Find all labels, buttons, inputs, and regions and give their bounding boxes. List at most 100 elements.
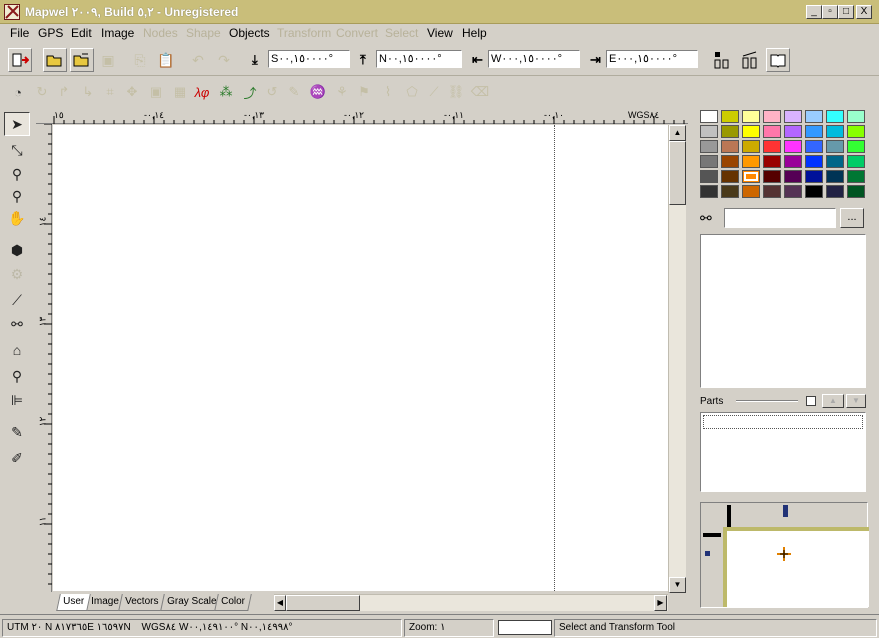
menu-select[interactable]: Select — [381, 25, 422, 41]
menu-objects[interactable]: Objects — [225, 25, 274, 41]
color-swatch[interactable] — [742, 125, 760, 138]
pencil-tool[interactable]: ✎ — [4, 420, 30, 444]
color-swatch[interactable] — [742, 185, 760, 198]
tool-d-button[interactable]: ⚘ — [332, 82, 352, 102]
tool-h-button[interactable]: ⟋ — [424, 82, 444, 102]
crop-button[interactable]: ⌗ — [100, 82, 120, 102]
tab-user[interactable]: User — [56, 594, 91, 611]
color-swatch[interactable] — [742, 170, 760, 183]
menu-transform[interactable]: Transform — [273, 25, 335, 41]
color-swatch[interactable] — [784, 125, 802, 138]
color-swatch[interactable] — [763, 185, 781, 198]
color-swatch[interactable] — [826, 155, 844, 168]
color-swatch[interactable] — [826, 110, 844, 123]
tool-g-button[interactable]: ⬠ — [402, 82, 422, 102]
menu-convert[interactable]: Convert — [332, 25, 382, 41]
color-swatch[interactable] — [805, 185, 823, 198]
color-swatch[interactable] — [826, 140, 844, 153]
objects-list[interactable] — [700, 234, 866, 388]
color-swatch[interactable] — [784, 170, 802, 183]
grid-button[interactable]: ▦ — [170, 82, 190, 102]
color-swatch[interactable] — [847, 110, 865, 123]
map-canvas[interactable] — [53, 125, 668, 591]
app-icon[interactable] — [4, 4, 20, 20]
color-swatch[interactable] — [721, 125, 739, 138]
menu-shape[interactable]: Shape — [182, 25, 225, 41]
south-coordinate-field[interactable]: S٠٠,١٥٠٠٠٠° — [268, 50, 350, 68]
area-tool[interactable]: ⬢ — [4, 238, 30, 262]
color-swatch[interactable] — [847, 185, 865, 198]
color-swatch[interactable] — [763, 140, 781, 153]
pan-tool[interactable]: ✋ — [4, 206, 30, 230]
undo-button[interactable]: ↶ — [186, 48, 210, 72]
open-button[interactable] — [43, 48, 67, 72]
color-swatch[interactable] — [742, 155, 760, 168]
tool-e-button[interactable]: ⚑ — [354, 82, 374, 102]
vertical-scroll-thumb[interactable] — [669, 141, 686, 205]
color-swatch[interactable] — [805, 110, 823, 123]
scroll-down-button[interactable]: ▼ — [669, 577, 686, 593]
horizontal-scroll-thumb[interactable] — [286, 595, 360, 611]
color-swatch[interactable] — [742, 110, 760, 123]
color-swatch[interactable] — [847, 155, 865, 168]
tool-j-button[interactable]: ⌫ — [470, 82, 490, 102]
move-button[interactable]: ✥ — [122, 82, 142, 102]
search-input[interactable] — [724, 208, 836, 228]
color-swatch[interactable] — [700, 185, 718, 198]
west-coordinate-field[interactable]: W٠٠٠,١٥٠٠٠٠° — [488, 50, 580, 68]
shape-tool[interactable]: ⚙ — [4, 262, 30, 286]
layout-button-2[interactable] — [738, 48, 762, 72]
align-tool[interactable]: ⊫ — [4, 388, 30, 412]
menu-file[interactable]: File — [6, 25, 33, 41]
parts-down-button[interactable]: ▼ — [846, 394, 866, 408]
save-button[interactable]: ▣ — [96, 48, 120, 72]
tool-f-button[interactable]: ⌇ — [378, 82, 398, 102]
tool-b-button[interactable]: ✎ — [284, 82, 304, 102]
menu-nodes[interactable]: Nodes — [139, 25, 182, 41]
east-coordinate-field[interactable]: E٠٠٠,١٥٠٠٠٠° — [606, 50, 698, 68]
color-swatch[interactable] — [847, 125, 865, 138]
color-swatch[interactable] — [847, 170, 865, 183]
color-swatch[interactable] — [784, 185, 802, 198]
open-recent-button[interactable] — [70, 48, 94, 72]
scroll-left-button[interactable]: ◀ — [274, 595, 286, 611]
minimize-button[interactable]: _ — [806, 5, 822, 19]
horizontal-scrollbar[interactable]: ◀ ▶ — [274, 594, 668, 611]
color-swatch[interactable] — [784, 140, 802, 153]
redo-button[interactable]: ↷ — [212, 48, 236, 72]
tool-i-button[interactable]: ⛓ — [446, 82, 466, 102]
mirror-button[interactable]: ↳ — [78, 82, 98, 102]
color-swatch[interactable] — [721, 185, 739, 198]
manual-button[interactable] — [766, 48, 790, 72]
building-tool[interactable]: ⌂ — [4, 338, 30, 362]
restore-button[interactable]: ▫ — [822, 5, 838, 19]
color-swatch[interactable] — [784, 155, 802, 168]
search-button[interactable]: ... — [840, 208, 864, 228]
zoom-tool[interactable]: ⚲ — [4, 162, 30, 186]
parts-list[interactable] — [700, 412, 866, 492]
menu-image[interactable]: Image — [97, 25, 138, 41]
color-swatch[interactable] — [700, 170, 718, 183]
color-swatch[interactable] — [826, 170, 844, 183]
parts-up-button[interactable]: ▲ — [822, 394, 844, 408]
color-swatch[interactable] — [805, 170, 823, 183]
zoom-area-tool[interactable]: ⚲ — [4, 184, 30, 208]
select-tool[interactable]: ➤ — [4, 112, 30, 136]
tool-a-button[interactable]: ↺ — [262, 82, 282, 102]
color-swatch[interactable] — [826, 125, 844, 138]
color-swatch[interactable] — [805, 155, 823, 168]
measure-button[interactable]: ◔ — [8, 82, 28, 102]
color-swatch[interactable] — [700, 140, 718, 153]
color-swatch[interactable] — [721, 110, 739, 123]
color-swatch[interactable] — [805, 125, 823, 138]
node-edit-button[interactable]: ⤴ — [240, 82, 260, 102]
color-swatch[interactable] — [847, 140, 865, 153]
flip-button[interactable]: ↱ — [54, 82, 74, 102]
color-swatch[interactable] — [763, 125, 781, 138]
color-swatch[interactable] — [784, 110, 802, 123]
maximize-button[interactable]: □ — [838, 5, 854, 19]
color-swatch[interactable] — [700, 125, 718, 138]
paste-button[interactable]: 📋 — [154, 48, 178, 72]
layout-button-1[interactable] — [710, 48, 734, 72]
tool-c-button[interactable]: ♒ — [308, 82, 328, 102]
